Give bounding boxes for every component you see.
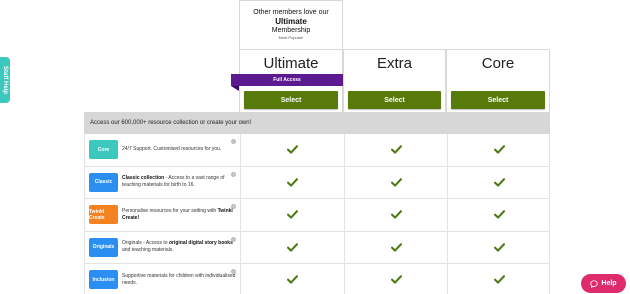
- plan-core: Core Select: [446, 49, 550, 112]
- select-extra-button[interactable]: Select: [348, 91, 441, 109]
- feature-body: Personalise resources for your setting w…: [122, 207, 218, 214]
- select-ultimate-button[interactable]: Select: [244, 91, 338, 109]
- check-icon: [493, 242, 505, 252]
- check-icon: [390, 275, 402, 284]
- feature-body: Supportive materials for children with i…: [122, 272, 236, 286]
- info-icon[interactable]: ?: [231, 269, 236, 274]
- plan-check-cell: [447, 166, 550, 198]
- feature-cell: Classic Classic collection - Access to a …: [85, 167, 240, 199]
- feature-description: 24/7 Support. Customised resources for y…: [122, 134, 236, 166]
- table-row: Classic Classic collection - Access to a …: [84, 166, 550, 199]
- check-icon: [493, 275, 505, 284]
- check-icon: [287, 177, 298, 187]
- full-access-ribbon: Full Access: [231, 74, 343, 86]
- feature-badge: Classic: [89, 172, 118, 192]
- feature-text: Originals - Access to original digital s…: [122, 240, 236, 254]
- promo-line3: Membership: [271, 27, 311, 34]
- check-icon: [493, 177, 505, 187]
- plan-check-cell: [447, 134, 550, 166]
- info-icon[interactable]: ?: [231, 236, 236, 242]
- plan-check-cell: [240, 264, 344, 294]
- check-icon: [390, 242, 402, 252]
- info-icon[interactable]: ?: [231, 139, 236, 144]
- check-icon: [287, 275, 298, 284]
- plan-check-cell: [344, 199, 447, 231]
- feature-description: Supportive materials for children with i…: [122, 264, 236, 294]
- help-label: Help: [601, 280, 617, 287]
- feature-body: 24/7 Support. Customised resources for y…: [122, 146, 222, 153]
- promo-line4: Most Popular!: [278, 35, 304, 40]
- plan-check-cell: [447, 199, 550, 231]
- feature-cell: Originals Originals - Access to original …: [85, 232, 240, 264]
- promo-line2: Ultimate: [275, 17, 307, 26]
- ribbon-fold: [231, 86, 239, 91]
- staff-help-tab[interactable]: Staff Help: [0, 57, 10, 103]
- check-icon: [390, 210, 402, 219]
- promo-line1: Other members love our: [253, 9, 329, 16]
- plan-check-cell: [344, 231, 447, 263]
- check-icon: [493, 145, 505, 154]
- plan-check-cell: [447, 231, 550, 263]
- feature-tail: and teaching materials.: [122, 247, 174, 254]
- plan-name: Extra: [376, 55, 412, 72]
- feature-cell: Inclusion Supportive materials for childr…: [85, 264, 240, 294]
- feature-text: Classic collection - Access to a vast ra…: [122, 175, 236, 189]
- feature-badge: Core: [89, 140, 118, 159]
- check-icon: [287, 210, 298, 219]
- feature-text: Supportive materials for children with i…: [122, 273, 236, 287]
- plan-check-cell: [240, 231, 344, 263]
- plan-extra: Extra Select: [343, 49, 446, 112]
- plan-check-cell: [240, 166, 344, 198]
- check-icon: [287, 145, 298, 154]
- check-icon: [493, 210, 505, 219]
- most-popular-banner: Other members love our Ultimate Membersh…: [239, 0, 343, 49]
- table-row: Inclusion Supportive materials for childr…: [84, 264, 550, 294]
- check-icon: [390, 145, 402, 154]
- feature-text: Personalise resources for your setting w…: [122, 208, 236, 222]
- feature-cell: Twinkl Create Personalise resources for y…: [85, 199, 240, 231]
- table-row: Core 24/7 Support. Customised resources f…: [84, 134, 550, 167]
- feature-text: 24/7 Support. Customised resources for y…: [122, 146, 221, 153]
- chat-bubble-icon: [590, 279, 599, 288]
- info-icon[interactable]: ?: [231, 204, 236, 209]
- plan-check-cell: [344, 134, 447, 166]
- staff-help-label: Staff Help: [2, 65, 9, 95]
- plan-check-cell: [447, 264, 550, 294]
- select-core-button[interactable]: Select: [451, 91, 545, 109]
- plan-check-cell: [240, 199, 344, 231]
- plan-check-cell: [344, 264, 447, 294]
- feature-bold: original digital story books: [168, 240, 233, 247]
- feature-badge: Originals: [89, 237, 118, 257]
- feature-lead: Classic collection: [122, 175, 165, 182]
- feature-description: Personalise resources for your setting w…: [122, 199, 236, 231]
- plan-check-cell: [344, 166, 447, 198]
- table-row: Originals Originals - Access to original …: [84, 231, 550, 264]
- feature-table: Core 24/7 Support. Customised resources f…: [84, 134, 550, 294]
- table-row: Twinkl Create Personalise resources for y…: [84, 199, 550, 232]
- help-button[interactable]: Help: [581, 274, 626, 293]
- plan-name: Ultimate: [263, 55, 319, 72]
- info-icon[interactable]: ?: [231, 171, 236, 177]
- feature-description: Classic collection - Access to a vast ra…: [122, 167, 236, 199]
- feature-body: Originals - Access to: [122, 240, 169, 247]
- section-header: Access our 600,000+ resource collection …: [84, 112, 550, 134]
- feature-badge: Twinkl Create: [89, 205, 118, 224]
- feature-description: Originals - Access to original digital s…: [122, 232, 236, 264]
- plan-check-cell: [240, 134, 344, 166]
- feature-cell: Core 24/7 Support. Customised resources f…: [85, 134, 240, 166]
- check-icon: [390, 177, 402, 187]
- check-icon: [287, 242, 298, 252]
- plan-name: Core: [481, 55, 515, 72]
- feature-badge: Inclusion: [89, 270, 118, 289]
